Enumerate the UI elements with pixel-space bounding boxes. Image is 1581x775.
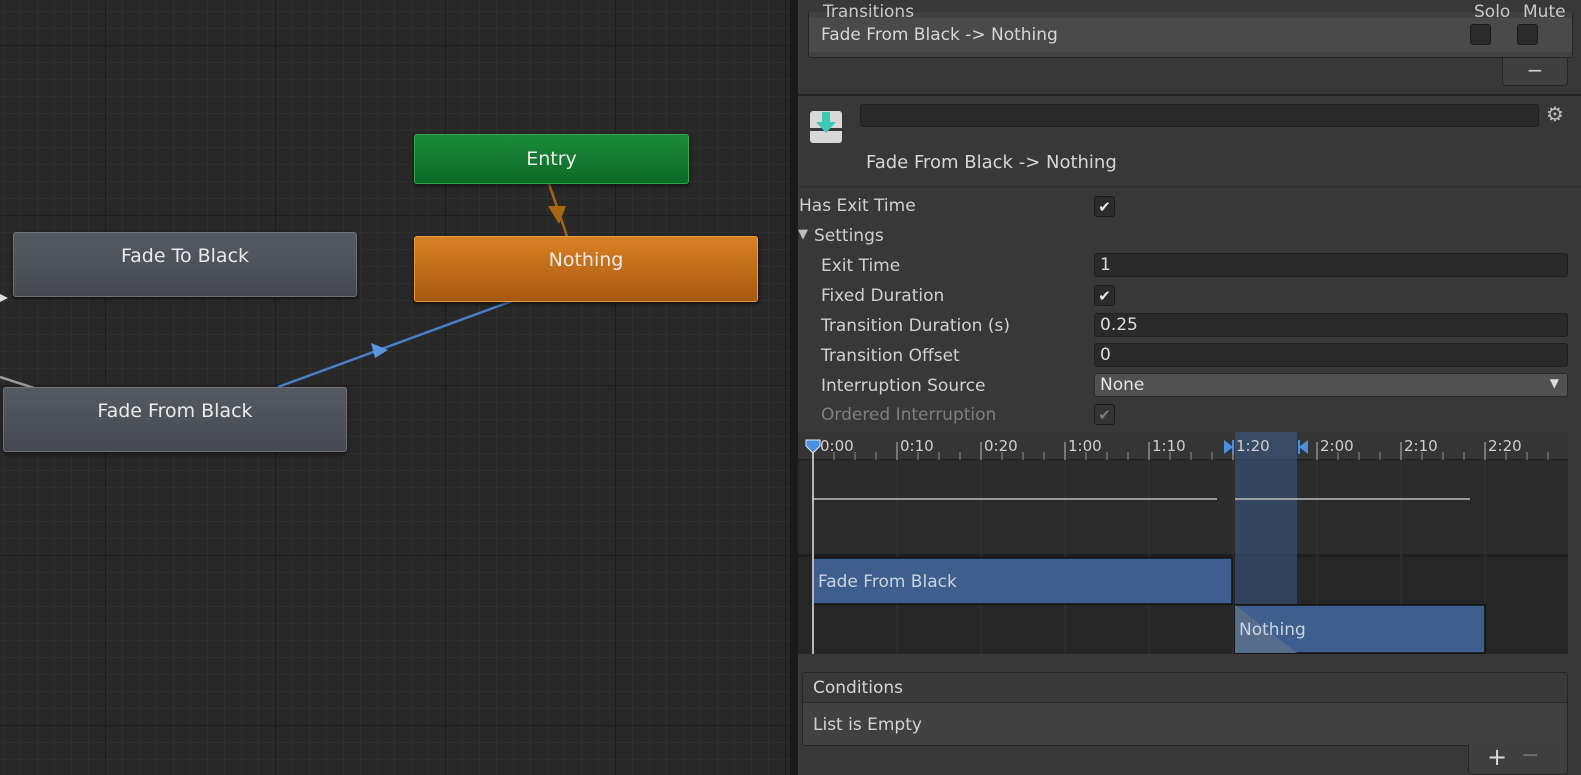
ruler-tick-label: 1:00 — [1068, 437, 1102, 455]
transition-offset-label: Transition Offset — [821, 346, 960, 366]
fade-from-black-to-nothing-transition[interactable] — [277, 298, 516, 389]
animator-window: Entry Nothing Fade To Black Fade From Bl… — [0, 0, 1581, 775]
fixed-duration-checkbox[interactable]: ✔ — [1094, 285, 1115, 306]
ruler-tick-label: 2:20 — [1488, 437, 1522, 455]
conditions-header: Conditions — [803, 673, 1567, 703]
has-exit-time-label: Has Exit Time — [799, 196, 916, 216]
transition-list-row[interactable]: Fade From Black -> Nothing — [809, 18, 1572, 52]
entry-transition-arrow — [548, 206, 566, 224]
transition-title: Fade From Black -> Nothing — [866, 152, 1117, 173]
ordered-interruption-label: Ordered Interruption — [821, 405, 997, 425]
conditions-title: Conditions — [813, 678, 903, 698]
foldout-triangle-icon[interactable]: ▼ — [798, 227, 808, 242]
conditions-empty-text: List is Empty — [813, 715, 922, 735]
timeline-graphics — [798, 432, 1568, 654]
incoming-transition-arrow — [0, 294, 8, 302]
dropdown-arrow-icon: ▼ — [1549, 376, 1559, 390]
transitions-list: Transitions Solo Mute Fade From Black ->… — [808, 2, 1573, 58]
remove-condition-button[interactable]: − — [1521, 743, 1539, 768]
ruler-tick-label: 1:20 — [1236, 437, 1270, 455]
transition-duration-label: Transition Duration (s) — [821, 316, 1010, 336]
inspector-panel: Transitions Solo Mute Fade From Black ->… — [798, 0, 1581, 775]
has-exit-time-checkbox[interactable]: ✔ — [1094, 196, 1115, 217]
state-node-label: Nothing — [548, 249, 624, 271]
target-clip-label: Nothing — [1239, 620, 1306, 640]
transition-end-marker-icon[interactable] — [1299, 440, 1308, 454]
interruption-source-label: Interruption Source — [821, 376, 986, 396]
state-node-label: Fade From Black — [97, 400, 253, 422]
state-node-entry[interactable]: Entry — [414, 134, 689, 184]
selected-transition-arrow — [371, 343, 388, 358]
add-condition-button[interactable]: + — [1487, 743, 1507, 771]
interruption-source-dropdown[interactable]: None ▼ — [1094, 373, 1568, 397]
animator-graph-canvas[interactable]: Entry Nothing Fade To Black Fade From Bl… — [0, 0, 798, 775]
ordered-interruption-checkbox: ✔ — [1094, 404, 1115, 425]
ruler-tick-label: 0:20 — [984, 437, 1018, 455]
state-node-fade-from-black[interactable]: Fade From Black — [3, 387, 347, 452]
playhead-marker-icon[interactable] — [805, 439, 821, 454]
source-clip-label: Fade From Black — [818, 572, 957, 592]
ruler-minor-ticks — [833, 452, 1549, 460]
state-node-nothing[interactable]: Nothing — [414, 236, 758, 302]
ruler-tick-label: 0:00 — [820, 437, 854, 455]
ruler-tick-label: 1:10 — [1152, 437, 1186, 455]
conditions-add-remove-tab: + − — [1468, 743, 1568, 775]
state-node-label: Fade To Black — [120, 245, 250, 267]
transition-duration-highlight[interactable] — [1235, 432, 1297, 604]
state-node-label: Entry — [526, 148, 577, 170]
dropdown-value: None — [1100, 375, 1145, 395]
exit-time-label: Exit Time — [821, 256, 901, 276]
ruler-tick-label: 0:10 — [900, 437, 934, 455]
divider — [798, 94, 1581, 96]
fixed-duration-label: Fixed Duration — [821, 286, 945, 306]
conditions-list: Conditions List is Empty — [802, 672, 1568, 746]
exit-time-input[interactable]: 1 — [1094, 253, 1568, 277]
track-divider — [798, 554, 1568, 557]
transition-row-label: Fade From Black -> Nothing — [821, 25, 1058, 45]
transition-offset-input[interactable]: 0 — [1094, 343, 1568, 367]
transition-start-marker-icon[interactable] — [1224, 440, 1233, 454]
minus-icon: − — [1526, 58, 1544, 82]
ruler-tick-label: 2:00 — [1320, 437, 1354, 455]
transition-icon — [810, 111, 842, 143]
settings-foldout[interactable]: Settings — [814, 226, 884, 246]
ruler-tick-label: 2:10 — [1404, 437, 1438, 455]
transition-name-input[interactable] — [860, 104, 1539, 127]
remove-transition-button[interactable]: − — [1502, 58, 1568, 86]
divider — [798, 186, 1581, 187]
transition-duration-input[interactable]: 0.25 — [1094, 313, 1568, 337]
transition-timeline[interactable]: 0:00 0:10 0:20 1:00 1:10 1:20 2:00 2:10 … — [798, 432, 1568, 654]
solo-checkbox[interactable] — [1470, 24, 1491, 45]
gear-icon[interactable]: ⚙ — [1546, 102, 1564, 126]
mute-checkbox[interactable] — [1517, 24, 1538, 45]
panel-splitter[interactable] — [790, 0, 798, 775]
state-node-fade-to-black[interactable]: Fade To Black — [13, 232, 357, 297]
